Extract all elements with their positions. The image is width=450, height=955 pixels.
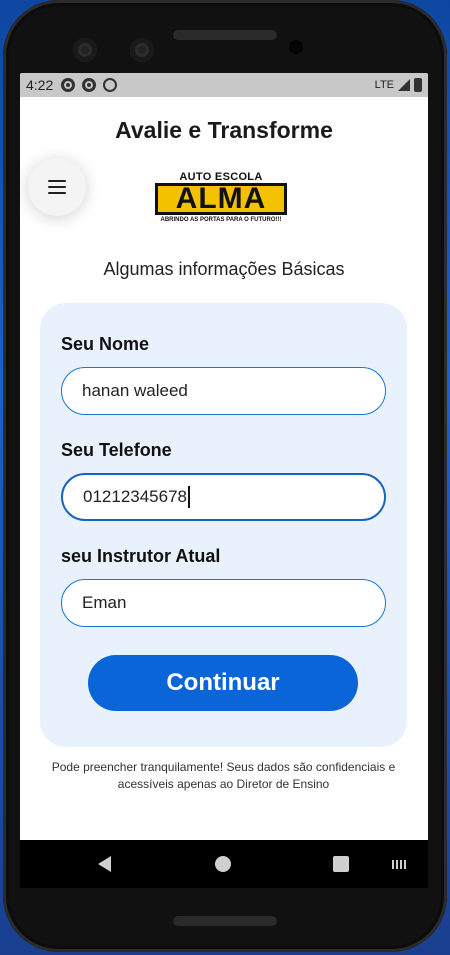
bottom-speaker [173, 916, 277, 926]
instructor-label: seu Instrutor Atual [61, 546, 221, 566]
navigation-bar [20, 840, 428, 888]
back-triangle-icon[interactable] [98, 856, 111, 872]
signal-icon [398, 79, 410, 91]
sync-icon [103, 78, 118, 92]
name-label: Seu Nome [61, 334, 150, 354]
privacy-note: Pode preencher tranquilamente! Seus dado… [51, 760, 396, 791]
logo-tagline: ABRINDO AS PORTAS PARA O FUTURO!!! [160, 217, 282, 223]
brand-logo: AUTO ESCOLA ALMA ABRINDO AS PORTAS PARA … [151, 171, 291, 233]
settings-gear-icon [61, 78, 76, 92]
keyboard-icon[interactable] [392, 860, 408, 869]
status-right: LTE [375, 78, 422, 92]
hamburger-menu-icon [48, 180, 66, 194]
battery-icon [414, 78, 422, 92]
recents-square-icon[interactable] [333, 856, 349, 872]
menu-button[interactable] [28, 158, 86, 216]
home-circle-icon[interactable] [215, 856, 231, 872]
status-bar: 4:22 LTE [20, 73, 428, 97]
sensor-icon [289, 40, 303, 54]
phone-screen: 4:22 LTE Avalie e Transforme AUTO ESCOLA… [20, 73, 428, 888]
phone-label: Seu Telefone [61, 440, 172, 460]
phone-input[interactable]: 01212345678 [61, 473, 386, 521]
instructor-input[interactable]: Eman [61, 579, 386, 627]
page-title: Avalie e Transforme [115, 117, 333, 143]
logo-brand: ALMA [155, 183, 287, 215]
instructor-value: Eman [82, 593, 127, 612]
form-card: Seu Nome hanan waleed Seu Telefone 01212… [40, 303, 407, 747]
name-value: hanan waleed [82, 381, 188, 400]
top-speaker [173, 30, 277, 40]
section-subtitle: Algumas informações Básicas [103, 259, 345, 279]
camera-icon [73, 38, 97, 62]
continue-button[interactable]: Continuar [88, 655, 358, 711]
phone-value: 01212345678 [83, 487, 188, 506]
network-label: LTE [374, 79, 394, 91]
camera-icon [130, 38, 154, 62]
text-cursor [188, 486, 191, 508]
name-input[interactable]: hanan waleed [61, 367, 386, 415]
settings-gear-icon [82, 78, 97, 92]
status-time: 4:22 [26, 77, 54, 93]
